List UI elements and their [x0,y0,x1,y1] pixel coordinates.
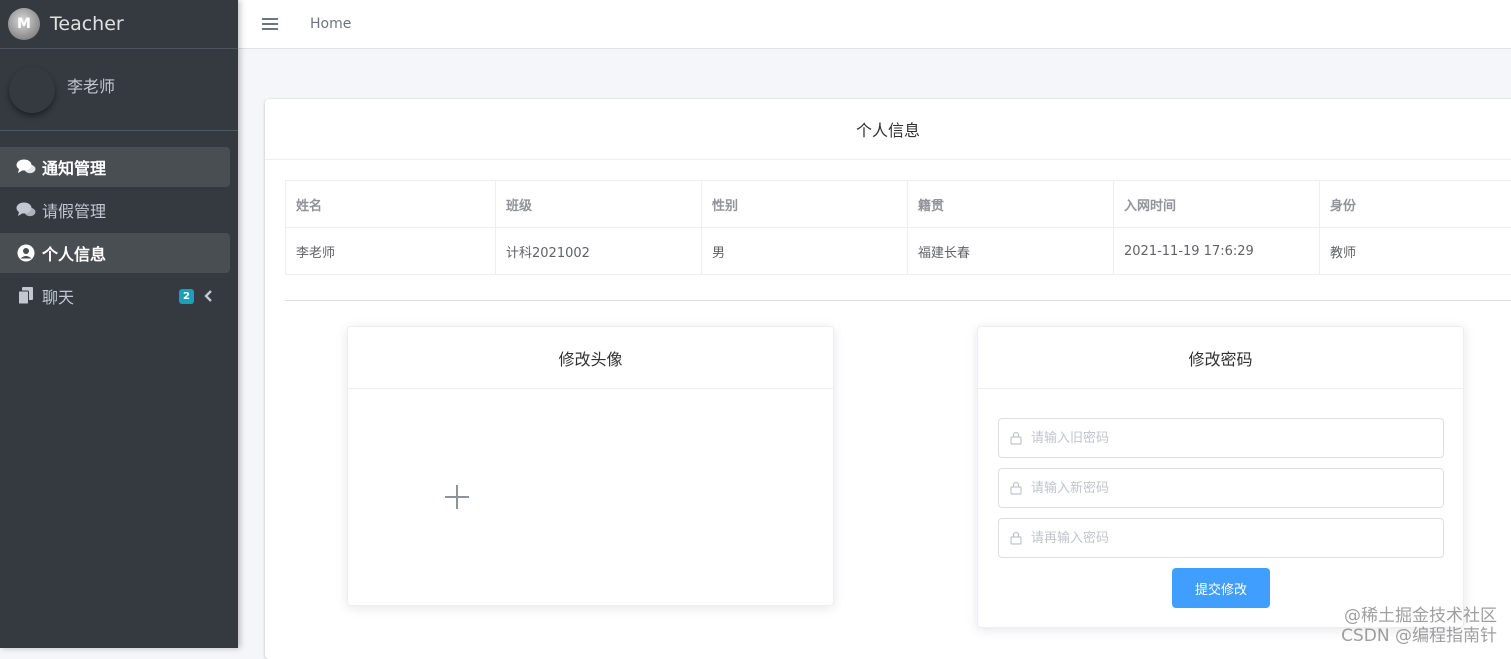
profile-table: 姓名 班级 性别 籍贯 入网时间 身份 李老师 计科2021002 男 福建长春… [285,180,1511,275]
new-password-field[interactable] [998,468,1444,508]
column-header: 入网时间 [1114,181,1320,228]
brand-logo: M [8,8,40,40]
comments-icon [16,157,36,177]
column-header: 性别 [702,181,908,228]
top-navbar: Home [238,0,1511,49]
column-header: 姓名 [286,181,496,228]
user-circle-icon [16,243,36,263]
chevron-left-icon[interactable] [204,288,214,307]
table-cell: 2021-11-19 17:6:29 [1114,228,1320,275]
brand-name: Teacher [50,13,124,35]
avatar-card: 修改头像 [347,326,834,606]
confirm-password-input[interactable] [1029,530,1413,547]
divider [285,300,1511,301]
user-panel: 李老师 [0,49,238,131]
sidebar-item-label: 个人信息 [42,241,106,265]
chat-count-badge: 2 [179,289,194,304]
user-name[interactable]: 李老师 [67,73,115,97]
submit-button[interactable]: 提交修改 [1172,568,1270,608]
sidebar: M Teacher 李老师 通知管理 请假管理 个人信息 [0,0,238,648]
menu-toggle-icon[interactable] [262,18,278,30]
sidebar-nav: 通知管理 请假管理 个人信息 聊天 2 [0,131,238,316]
old-password-input[interactable] [1029,430,1413,447]
table-cell: 教师 [1320,228,1511,275]
old-password-field[interactable] [998,418,1444,458]
table-row: 李老师 计科2021002 男 福建长春 2021-11-19 17:6:29 … [286,228,1511,275]
table-cell: 李老师 [286,228,496,275]
sidebar-item-label: 请假管理 [42,198,106,222]
lock-icon [1009,481,1023,495]
confirm-password-field[interactable] [998,518,1444,558]
column-header: 班级 [496,181,702,228]
avatar [9,67,55,113]
comments-icon [16,200,36,220]
lock-icon [1009,531,1023,545]
password-card-title: 修改密码 [978,327,1463,389]
profile-card: 个人信息 姓名 班级 性别 籍贯 入网时间 身份 李老师 计科2021002 男… [265,99,1511,659]
sidebar-item-profile[interactable]: 个人信息 [0,233,230,273]
copy-icon [16,286,36,306]
table-cell: 计科2021002 [496,228,702,275]
table-cell: 福建长春 [908,228,1114,275]
column-header: 籍贯 [908,181,1114,228]
watermark-line: CSDN @编程指南针 [1341,626,1497,646]
password-card: 修改密码 提交修改 [977,326,1464,628]
sidebar-item-leave[interactable]: 请假管理 [0,190,230,230]
column-header: 身份 [1320,181,1511,228]
sidebar-item-label: 聊天 [42,284,74,308]
avatar-card-title: 修改头像 [348,327,833,389]
sidebar-item-label: 通知管理 [42,155,106,179]
profile-card-title: 个人信息 [265,99,1511,160]
lock-icon [1009,431,1023,445]
watermark: @稀土掘金技术社区 CSDN @编程指南针 [1341,606,1497,646]
table-header-row: 姓名 班级 性别 籍贯 入网时间 身份 [286,181,1511,228]
brand-link[interactable]: M Teacher [0,0,238,49]
sidebar-item-notice[interactable]: 通知管理 [0,147,230,187]
sidebar-item-chat[interactable]: 聊天 2 [0,276,230,316]
table-cell: 男 [702,228,908,275]
new-password-input[interactable] [1029,480,1413,497]
nav-home-link[interactable]: Home [310,16,351,32]
upload-plus-icon[interactable] [445,485,469,509]
watermark-line: @稀土掘金技术社区 [1341,606,1497,626]
